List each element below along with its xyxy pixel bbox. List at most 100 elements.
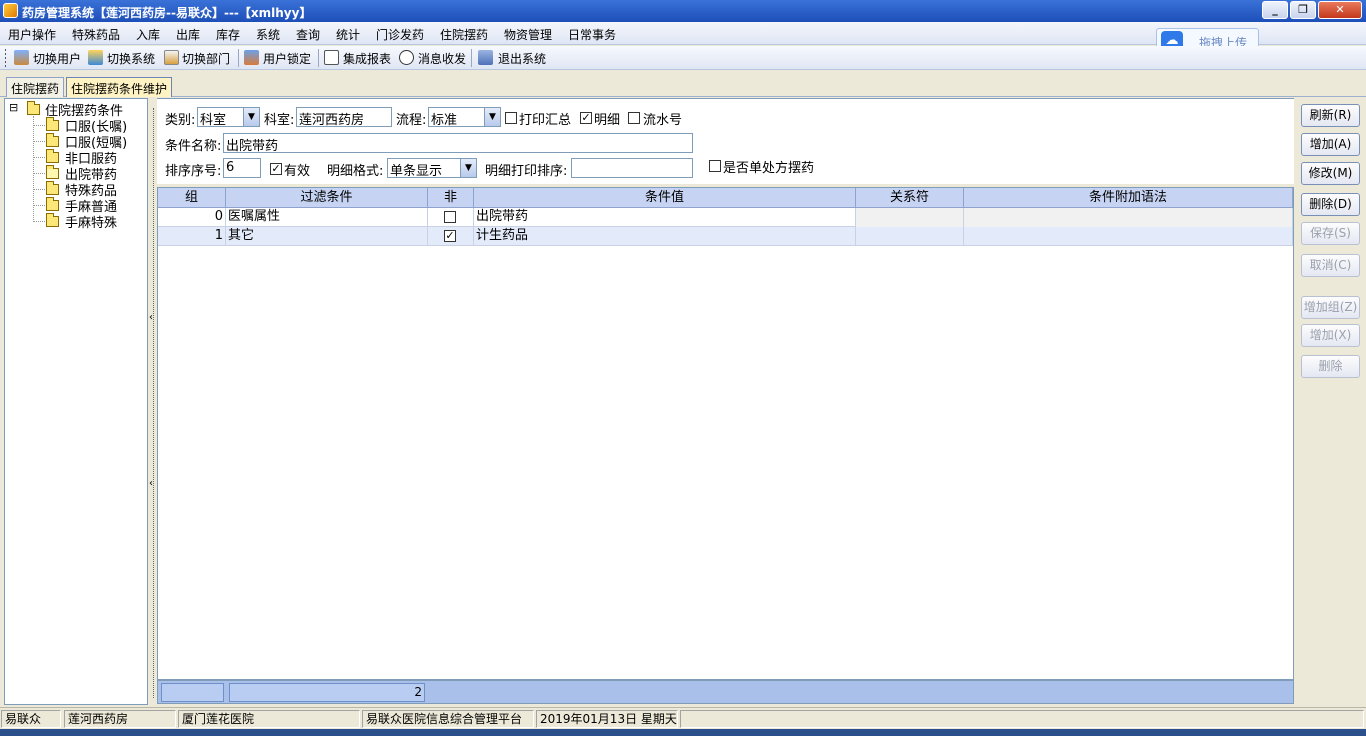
switch-dept-button[interactable]: 切换部门: [182, 50, 230, 67]
save-button[interactable]: 保存(S): [1301, 222, 1360, 245]
condition-grid: 组 过滤条件 非 条件值 关系符 条件附加语法 0 医嘱属性 出院带药 1 其它…: [157, 187, 1294, 680]
menu-special-drugs[interactable]: 特殊药品: [72, 26, 120, 43]
print-summary-label: 打印汇总: [519, 113, 572, 128]
delete-button[interactable]: 删除(D): [1301, 193, 1360, 216]
dept-label: 科室:: [264, 113, 295, 128]
folder-icon: [27, 101, 40, 115]
cell-value: 计生药品: [474, 227, 856, 246]
single-rx-label: 是否单处方摆药: [723, 161, 815, 176]
category-select[interactable]: 科室 ▼: [197, 107, 260, 128]
menu-stock-in[interactable]: 入库: [136, 26, 160, 43]
add-button[interactable]: 增加(A): [1301, 133, 1360, 156]
exit-button[interactable]: 退出系统: [498, 50, 546, 67]
col-header-filter[interactable]: 过滤条件: [226, 188, 428, 208]
cell-operator: [856, 227, 964, 246]
col-header-operator[interactable]: 关系符: [856, 188, 964, 208]
menu-system[interactable]: 系统: [256, 26, 280, 43]
panel-splitter[interactable]: ‹ ‹: [148, 98, 157, 705]
collapse-arrow-icon[interactable]: ‹: [149, 478, 153, 489]
tree-collapse-toggle[interactable]: ⊟: [9, 101, 18, 114]
detail-format-label: 明细格式:: [327, 164, 384, 179]
close-button[interactable]: ✕: [1318, 1, 1362, 19]
exit-icon: [478, 50, 493, 65]
cell-not: ✓: [428, 227, 474, 246]
col-header-extra[interactable]: 条件附加语法: [964, 188, 1293, 208]
status-bar: 易联众 莲河西药房 厦门莲花医院 易联众医院信息综合管理平台 2019年01月1…: [0, 707, 1366, 729]
open-folder-icon: [46, 165, 59, 179]
tree-branch: [33, 141, 45, 142]
report-icon: [324, 50, 339, 65]
switch-user-icon: [14, 50, 29, 65]
report-button[interactable]: 集成报表: [343, 50, 391, 67]
table-row[interactable]: 1 其它 ✓ 计生药品: [158, 227, 1293, 246]
flow-value: 标准: [431, 113, 458, 128]
category-label: 类别:: [165, 113, 196, 128]
menu-query[interactable]: 查询: [296, 26, 320, 43]
menu-daily-affairs[interactable]: 日常事务: [568, 26, 616, 43]
order-field[interactable]: 6: [223, 158, 261, 178]
tab-strip: 住院摆药 住院摆药条件维护: [0, 73, 1366, 97]
menu-outpatient-dispense[interactable]: 门诊发药: [376, 26, 424, 43]
order-label: 排序序号:: [165, 164, 222, 179]
footer-cell: [161, 683, 224, 702]
status-date: 2019年01月13日 星期天: [536, 710, 678, 728]
folder-icon: [46, 181, 59, 195]
menu-user-ops[interactable]: 用户操作: [8, 26, 56, 43]
detail-sort-field[interactable]: [571, 158, 693, 178]
col-header-not[interactable]: 非: [428, 188, 474, 208]
menu-inventory[interactable]: 库存: [216, 26, 240, 43]
dept-field[interactable]: 莲河西药房: [296, 107, 392, 127]
add-condition-button[interactable]: 增加(X): [1301, 324, 1360, 347]
status-user: 易联众: [1, 710, 61, 728]
folder-icon: [46, 213, 59, 227]
folder-icon: [46, 197, 59, 211]
cancel-button[interactable]: 取消(C): [1301, 254, 1360, 277]
serial-label: 流水号: [643, 113, 683, 128]
tab-dispense-conditions[interactable]: 住院摆药条件维护: [66, 77, 173, 97]
messages-button[interactable]: 消息收发: [418, 50, 466, 67]
app-icon: [3, 3, 18, 18]
col-header-value[interactable]: 条件值: [474, 188, 856, 208]
toolbar: 切换用户 切换系统 切换部门 用户锁定 集成报表 消息收发 退出系统: [0, 46, 1366, 70]
name-field[interactable]: 出院带药: [223, 133, 693, 153]
not-checkbox[interactable]: [444, 211, 456, 223]
menu-statistics[interactable]: 统计: [336, 26, 360, 43]
message-icon: [399, 50, 414, 65]
remove-button[interactable]: 删除: [1301, 355, 1360, 378]
serial-checkbox[interactable]: [628, 112, 640, 124]
switch-user-button[interactable]: 切换用户: [33, 50, 81, 67]
cell-not: [428, 208, 474, 227]
single-rx-checkbox[interactable]: [709, 160, 721, 172]
minimize-button[interactable]: _: [1262, 1, 1288, 19]
switch-system-icon: [88, 50, 103, 65]
refresh-button[interactable]: 刷新(R): [1301, 104, 1360, 127]
tab-inpatient-dispense[interactable]: 住院摆药: [6, 77, 65, 97]
tree-item-anesthesia-special[interactable]: 手麻特殊: [65, 212, 117, 231]
detail-checkbox[interactable]: ✓: [580, 112, 592, 124]
valid-label: 有效: [284, 164, 311, 179]
restore-button[interactable]: ❐: [1290, 1, 1316, 19]
tree-branch: [33, 189, 45, 190]
toolbar-separator: [471, 49, 472, 67]
detail-sort-label: 明细打印排序:: [485, 164, 568, 179]
print-summary-checkbox[interactable]: [505, 112, 517, 124]
lock-user-button[interactable]: 用户锁定: [263, 50, 311, 67]
toolbar-separator: [238, 49, 239, 67]
splitter-line: [153, 108, 154, 698]
add-group-button[interactable]: 增加组(Z): [1301, 296, 1360, 319]
menu-inpatient-dispense[interactable]: 住院摆药: [440, 26, 488, 43]
footer-row-count: 2: [229, 683, 425, 702]
collapse-arrow-icon[interactable]: ‹: [149, 312, 153, 323]
menu-stock-out[interactable]: 出库: [176, 26, 200, 43]
folder-icon: [46, 149, 59, 163]
valid-checkbox[interactable]: ✓: [270, 163, 282, 175]
status-hospital: 厦门莲花医院: [178, 710, 360, 728]
switch-system-button[interactable]: 切换系统: [107, 50, 155, 67]
modify-button[interactable]: 修改(M): [1301, 162, 1360, 185]
detail-format-select[interactable]: 单条显示 ▼: [387, 158, 477, 179]
col-header-group[interactable]: 组: [158, 188, 226, 208]
menu-materials[interactable]: 物资管理: [504, 26, 552, 43]
flow-select[interactable]: 标准 ▼: [428, 107, 501, 128]
not-checkbox[interactable]: ✓: [444, 230, 456, 242]
table-row[interactable]: 0 医嘱属性 出院带药: [158, 208, 1293, 227]
